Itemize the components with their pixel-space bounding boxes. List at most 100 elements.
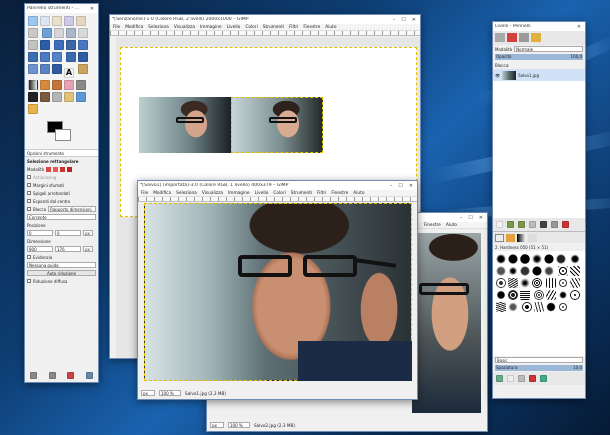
brush-item[interactable] — [545, 302, 556, 312]
brush-item[interactable] — [533, 302, 544, 312]
brush-item[interactable] — [569, 278, 580, 288]
position-y-input[interactable]: 0 — [55, 230, 81, 236]
mypaint-brush-tool-icon[interactable] — [40, 92, 50, 102]
brush-item[interactable] — [569, 266, 580, 276]
minimize-icon[interactable]: – — [393, 17, 396, 23]
salvo1-titlebar[interactable]: *[Salvo1] (importata)-3.0 (Colore RGB, 1… — [138, 181, 417, 190]
rotate-tool-icon[interactable] — [77, 40, 88, 50]
salvo1-unit-select[interactable]: px — [141, 390, 155, 396]
menu-select[interactable]: Seleziona — [148, 25, 169, 30]
guides-select[interactable]: Nessuna guida — [27, 262, 96, 268]
brush-tag-input[interactable]: Basic — [495, 357, 583, 363]
delete-brush-icon[interactable] — [529, 375, 536, 382]
spacing-slider[interactable]: Spaziatura 10,0 — [495, 365, 583, 371]
unified-transform-tool-icon[interactable] — [40, 64, 50, 74]
position-unit-select[interactable]: px — [83, 230, 93, 236]
antialiasing-checkbox[interactable] — [27, 175, 31, 179]
menu-image[interactable]: Immagine — [200, 25, 222, 30]
maximize-icon[interactable]: ☐ — [401, 17, 405, 23]
maximize-icon[interactable]: ☐ — [398, 183, 402, 189]
brush-item[interactable] — [508, 266, 518, 276]
brush-item[interactable] — [520, 266, 530, 276]
salvo2-photo[interactable] — [412, 233, 481, 413]
save-preset-icon[interactable] — [30, 372, 37, 379]
menu-image[interactable]: Immagine — [228, 191, 250, 196]
rounded-corners-row[interactable]: Spigoli arrotondati — [25, 189, 98, 197]
clone-tool-icon[interactable] — [52, 92, 62, 102]
brush-item[interactable] — [532, 278, 542, 288]
visibility-eye-icon[interactable]: 👁 — [495, 73, 500, 78]
current-field[interactable]: Corrente — [27, 214, 96, 220]
menu-select[interactable]: Seleziona — [176, 191, 197, 196]
brush-item[interactable] — [496, 266, 506, 276]
cage-tool-icon[interactable] — [77, 52, 88, 62]
brush-item[interactable] — [532, 266, 542, 276]
reset-options-icon[interactable] — [85, 372, 93, 379]
delete-layer-icon[interactable] — [562, 221, 569, 228]
warp-tool-icon[interactable] — [28, 64, 38, 74]
minimize-icon[interactable]: – — [460, 215, 463, 221]
salvo2-unit-select[interactable]: px — [210, 422, 224, 428]
move-tool-icon[interactable] — [40, 40, 50, 50]
heal-tool-icon[interactable] — [64, 92, 74, 102]
paths-tab-icon[interactable] — [519, 33, 529, 42]
blend-tool-icon[interactable] — [28, 80, 38, 90]
eraser-tool-icon[interactable] — [64, 80, 74, 90]
delete-preset-icon[interactable] — [67, 372, 75, 379]
handle-transform-tool-icon[interactable] — [52, 64, 62, 74]
undo-tab-icon[interactable] — [531, 33, 541, 42]
patterns-tab-icon[interactable] — [506, 234, 515, 242]
size-height-input[interactable]: 176 — [55, 246, 81, 252]
brushes-tab-icon[interactable] — [495, 234, 504, 242]
brush-item[interactable] — [544, 254, 554, 264]
shrink-merged-row[interactable]: Riduzione diffusa — [25, 277, 98, 285]
new-brush-icon[interactable] — [507, 375, 514, 382]
duplicate-brush-icon[interactable] — [518, 375, 525, 382]
position-x-input[interactable]: 0 — [27, 230, 53, 236]
menu-view[interactable]: Visualizza — [202, 191, 223, 196]
toolbox-titlebar[interactable]: Pannello strumenti - ... ✕ — [25, 4, 98, 13]
brush-item[interactable] — [520, 278, 530, 288]
ellipse-select-tool-icon[interactable] — [40, 16, 50, 26]
background-color-swatch[interactable] — [55, 129, 71, 141]
menu-view[interactable]: Visualizza — [174, 25, 195, 30]
menu-windows[interactable]: Finestre — [424, 223, 441, 228]
brush-item[interactable] — [508, 278, 518, 288]
brush-item[interactable] — [544, 266, 554, 276]
autoshrink-button[interactable]: Auto riduzione — [27, 270, 96, 276]
mode-replace-icon[interactable] — [46, 166, 52, 172]
menu-help[interactable]: Aiuto — [353, 191, 364, 196]
salvo2-zoom-select[interactable]: 100 % — [228, 422, 250, 428]
mode-add-icon[interactable] — [53, 166, 59, 172]
fixed-mode-select[interactable]: Rapporto dimensioni — [48, 206, 96, 212]
brush-item[interactable] — [521, 302, 532, 312]
layers-titlebar[interactable]: Livelli - Pennelli ✕ — [493, 22, 585, 31]
menu-filters[interactable]: Filtri — [317, 191, 326, 196]
menu-layer[interactable]: Livello — [255, 191, 269, 196]
scale-tool-icon[interactable] — [28, 52, 38, 62]
close-icon[interactable]: ✕ — [479, 215, 483, 221]
align-tool-icon[interactable] — [53, 40, 64, 50]
refresh-brushes-icon[interactable] — [540, 375, 547, 382]
size-width-input[interactable]: 800 — [27, 246, 53, 252]
airbrush-tool-icon[interactable] — [76, 80, 86, 90]
edit-brush-icon[interactable] — [496, 375, 503, 382]
fuzzy-select-tool-icon[interactable] — [64, 16, 74, 26]
menu-file[interactable]: File — [113, 25, 120, 30]
scissors-tool-icon[interactable] — [28, 28, 38, 38]
salvo1-zoom-select[interactable]: 100 % — [159, 390, 181, 396]
bucket-fill-tool-icon[interactable] — [77, 64, 88, 74]
brush-item[interactable] — [508, 302, 518, 312]
brush-item[interactable] — [557, 278, 568, 288]
menu-file[interactable]: File — [141, 191, 148, 196]
menu-colors[interactable]: Colori — [245, 25, 257, 30]
menu-help[interactable]: Aiuto — [325, 25, 336, 30]
mask-icon[interactable] — [551, 221, 558, 228]
brush-item[interactable] — [520, 254, 530, 264]
text-tool-icon[interactable]: A — [64, 68, 74, 78]
brush-item[interactable] — [557, 266, 568, 276]
menu-filters[interactable]: Filtri — [289, 25, 298, 30]
brush-item[interactable] — [545, 290, 556, 300]
highlight-row[interactable]: Evidenzia — [25, 253, 98, 261]
brush-item[interactable] — [508, 290, 518, 300]
